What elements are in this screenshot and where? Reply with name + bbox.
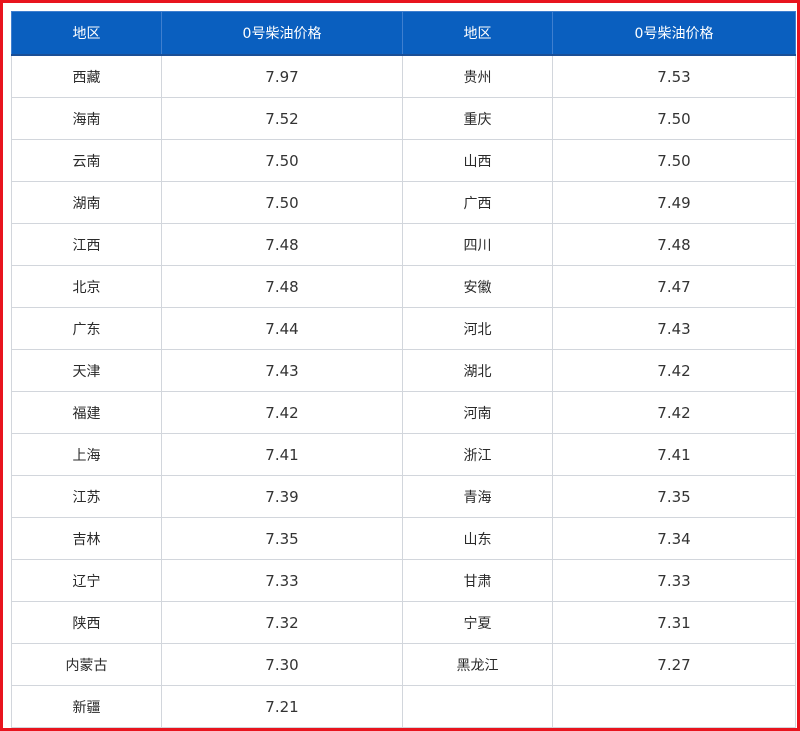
table-row: 湖南 7.50 广西 7.49: [11, 181, 796, 224]
table-row: 云南 7.50 山西 7.50: [11, 139, 796, 182]
price-cell: 7.49: [552, 181, 796, 224]
table-row: 内蒙古 7.30 黑龙江 7.27: [11, 643, 796, 686]
price-cell: 7.21: [161, 685, 403, 728]
region-cell: 青海: [402, 475, 553, 518]
table-row: 天津 7.43 湖北 7.42: [11, 349, 796, 392]
table-row: 江西 7.48 四川 7.48: [11, 223, 796, 266]
price-cell: 7.42: [552, 391, 796, 434]
table-row: 西藏 7.97 贵州 7.53: [11, 54, 796, 98]
table-row: 广东 7.44 河北 7.43: [11, 307, 796, 350]
price-cell: 7.34: [552, 517, 796, 560]
region-header-right: 地区: [402, 11, 553, 56]
price-header-right: 0号柴油价格: [552, 11, 796, 56]
region-cell: 浙江: [402, 433, 553, 476]
region-cell: 新疆: [11, 685, 162, 728]
red-frame: 地区 0号柴油价格 地区 0号柴油价格 西藏 7.97 贵州 7.53 海南 7…: [0, 0, 800, 731]
price-cell: 7.44: [161, 307, 403, 350]
table-body: 西藏 7.97 贵州 7.53 海南 7.52 重庆 7.50 云南 7.50 …: [11, 54, 796, 728]
region-cell: 黑龙江: [402, 643, 553, 686]
price-cell: 7.35: [552, 475, 796, 518]
region-cell: 湖南: [11, 181, 162, 224]
price-cell: 7.53: [552, 54, 796, 98]
price-cell: 7.31: [552, 601, 796, 644]
table-row: 陕西 7.32 宁夏 7.31: [11, 601, 796, 644]
region-cell: 湖北: [402, 349, 553, 392]
region-cell: 海南: [11, 97, 162, 140]
price-cell: 7.50: [161, 181, 403, 224]
region-cell: 重庆: [402, 97, 553, 140]
header-row: 地区 0号柴油价格 地区 0号柴油价格: [11, 11, 796, 56]
price-header-left: 0号柴油价格: [161, 11, 403, 56]
price-cell: 7.35: [161, 517, 403, 560]
region-cell: 吉林: [11, 517, 162, 560]
region-cell: 山西: [402, 139, 553, 182]
table-row: 福建 7.42 河南 7.42: [11, 391, 796, 434]
region-cell: 河北: [402, 307, 553, 350]
diesel-price-table: 地区 0号柴油价格 地区 0号柴油价格 西藏 7.97 贵州 7.53 海南 7…: [11, 11, 796, 728]
region-cell: 四川: [402, 223, 553, 266]
price-cell: 7.52: [161, 97, 403, 140]
region-cell: 上海: [11, 433, 162, 476]
price-cell: 7.50: [552, 139, 796, 182]
region-cell: 辽宁: [11, 559, 162, 602]
price-cell: 7.41: [161, 433, 403, 476]
price-cell: 7.47: [552, 265, 796, 308]
price-cell: 7.48: [552, 223, 796, 266]
table-row: 新疆 7.21: [11, 685, 796, 728]
region-cell: 西藏: [11, 54, 162, 98]
region-cell: 广东: [11, 307, 162, 350]
region-cell: [402, 685, 553, 728]
region-cell: 贵州: [402, 54, 553, 98]
price-cell: 7.33: [552, 559, 796, 602]
price-cell: 7.42: [161, 391, 403, 434]
price-cell: [552, 685, 796, 728]
region-cell: 江苏: [11, 475, 162, 518]
region-cell: 天津: [11, 349, 162, 392]
price-cell: 7.33: [161, 559, 403, 602]
region-cell: 安徽: [402, 265, 553, 308]
region-header-left: 地区: [11, 11, 162, 56]
price-cell: 7.50: [552, 97, 796, 140]
region-cell: 云南: [11, 139, 162, 182]
region-cell: 江西: [11, 223, 162, 266]
table-row: 吉林 7.35 山东 7.34: [11, 517, 796, 560]
table-row: 上海 7.41 浙江 7.41: [11, 433, 796, 476]
region-cell: 陕西: [11, 601, 162, 644]
price-cell: 7.43: [161, 349, 403, 392]
region-cell: 北京: [11, 265, 162, 308]
price-cell: 7.41: [552, 433, 796, 476]
price-cell: 7.48: [161, 265, 403, 308]
table-row: 北京 7.48 安徽 7.47: [11, 265, 796, 308]
region-cell: 广西: [402, 181, 553, 224]
price-cell: 7.43: [552, 307, 796, 350]
price-cell: 7.97: [161, 54, 403, 98]
table-row: 江苏 7.39 青海 7.35: [11, 475, 796, 518]
region-cell: 甘肃: [402, 559, 553, 602]
region-cell: 福建: [11, 391, 162, 434]
region-cell: 内蒙古: [11, 643, 162, 686]
price-cell: 7.48: [161, 223, 403, 266]
region-cell: 河南: [402, 391, 553, 434]
table-row: 海南 7.52 重庆 7.50: [11, 97, 796, 140]
price-cell: 7.32: [161, 601, 403, 644]
price-cell: 7.30: [161, 643, 403, 686]
price-cell: 7.42: [552, 349, 796, 392]
region-cell: 山东: [402, 517, 553, 560]
price-cell: 7.27: [552, 643, 796, 686]
price-cell: 7.50: [161, 139, 403, 182]
region-cell: 宁夏: [402, 601, 553, 644]
table-row: 辽宁 7.33 甘肃 7.33: [11, 559, 796, 602]
price-cell: 7.39: [161, 475, 403, 518]
